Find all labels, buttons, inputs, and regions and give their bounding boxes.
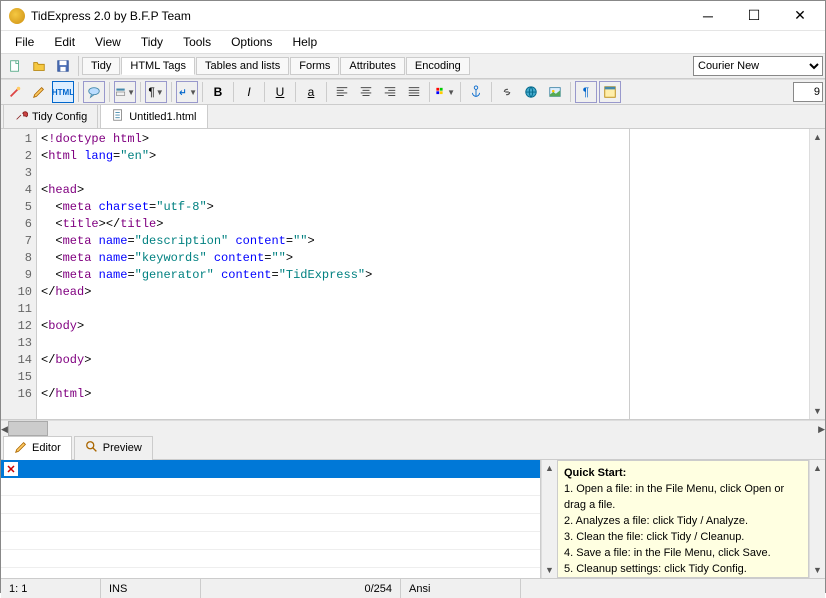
new-file-button[interactable] <box>4 55 26 77</box>
bold-button[interactable]: B <box>207 81 229 103</box>
italic-button[interactable]: I <box>238 81 260 103</box>
file-tabs: Tidy Config Untitled1.html <box>1 105 825 129</box>
pilcrow-button[interactable]: ¶ <box>575 81 597 103</box>
tab-encoding[interactable]: Encoding <box>406 57 470 75</box>
code-editor[interactable]: <!doctype html><html lang="en"> <head> <… <box>37 129 629 419</box>
menu-view[interactable]: View <box>85 33 131 51</box>
close-panel-button[interactable]: ✕ <box>4 462 18 476</box>
wrench-icon <box>14 108 28 125</box>
scroll-down-icon[interactable]: ▼ <box>810 403 825 419</box>
editor-side-pane <box>629 129 809 419</box>
open-file-button[interactable] <box>28 55 50 77</box>
maximize-button[interactable]: ☐ <box>731 2 777 30</box>
toolbar-row-2: HTML ▼ ¶▼ ▼ B I U a ▼ ¶ <box>1 79 825 105</box>
window-button[interactable] <box>599 81 621 103</box>
messages-panel-header: ✕ <box>1 460 540 478</box>
quickstart-item: 2. Analyzes a file: click Tidy / Analyze… <box>564 513 802 529</box>
file-tab-label: Tidy Config <box>32 111 87 123</box>
line-gutter: 12345678910111213141516 <box>1 129 37 419</box>
align-right-button[interactable] <box>379 81 401 103</box>
quickstart-item: 5. Cleanup settings: click Tidy Config. <box>564 561 802 577</box>
menu-help[interactable]: Help <box>282 33 327 51</box>
status-insert-mode: INS <box>101 579 201 598</box>
color-picker-button[interactable]: ▼ <box>434 81 456 103</box>
close-button[interactable]: ✕ <box>777 2 823 30</box>
status-count: 0/254 <box>201 579 401 598</box>
scroll-thumb[interactable] <box>8 421 48 436</box>
image-button[interactable] <box>544 81 566 103</box>
messages-scrollbar[interactable]: ▲▼ <box>541 460 557 578</box>
view-tab-editor[interactable]: Editor <box>3 436 72 460</box>
messages-list[interactable] <box>1 478 540 578</box>
view-tabs: Editor Preview <box>1 436 825 460</box>
editor-area: 12345678910111213141516 <!doctype html><… <box>1 129 825 420</box>
globe-button[interactable] <box>520 81 542 103</box>
align-left-button[interactable] <box>331 81 353 103</box>
font-select[interactable]: Courier New <box>693 56 823 76</box>
scroll-up-icon[interactable]: ▲ <box>810 129 825 145</box>
status-encoding: Ansi <box>401 579 521 598</box>
tab-tidy[interactable]: Tidy <box>82 57 120 75</box>
tab-html-tags[interactable]: HTML Tags <box>121 57 195 75</box>
quickstart-title: Quick Start: <box>564 467 626 479</box>
align-center-button[interactable] <box>355 81 377 103</box>
font-size-input[interactable] <box>793 82 823 102</box>
horizontal-scrollbar[interactable]: ◀ ▶ <box>1 420 825 436</box>
bottom-panels: ✕ ▲▼ Quick Start: 1. Open a file: in the… <box>1 460 825 578</box>
break-button[interactable]: ▼ <box>176 81 198 103</box>
menu-tools[interactable]: Tools <box>173 33 221 51</box>
magnifier-icon <box>85 440 99 457</box>
toolbar-row-1: Tidy HTML Tags Tables and lists Forms At… <box>1 53 825 79</box>
save-file-button[interactable] <box>52 55 74 77</box>
comment-button[interactable] <box>83 81 105 103</box>
status-empty <box>521 579 825 598</box>
menu-options[interactable]: Options <box>221 33 282 51</box>
tab-tables-lists[interactable]: Tables and lists <box>196 57 289 75</box>
file-tab-untitled[interactable]: Untitled1.html <box>100 104 207 128</box>
file-tab-tidy-config[interactable]: Tidy Config <box>3 104 98 128</box>
underline-button[interactable]: U <box>269 81 291 103</box>
align-justify-button[interactable] <box>403 81 425 103</box>
pencil-icon <box>14 440 28 457</box>
tab-attributes[interactable]: Attributes <box>340 57 404 75</box>
wand-button[interactable] <box>4 81 26 103</box>
html-button[interactable]: HTML <box>52 81 74 103</box>
view-tab-label: Editor <box>32 442 61 454</box>
menu-file[interactable]: File <box>5 33 44 51</box>
messages-panel: ✕ <box>1 460 541 578</box>
status-position: 1: 1 <box>1 579 101 598</box>
strike-button[interactable]: a <box>300 81 322 103</box>
document-icon <box>111 108 125 125</box>
quickstart-item: 1. Open a file: in the File Menu, click … <box>564 481 802 513</box>
layout-button[interactable]: ▼ <box>114 81 136 103</box>
quickstart-item: 4. Save a file: in the File Menu, click … <box>564 545 802 561</box>
scroll-right-icon[interactable]: ▶ <box>818 421 825 437</box>
window-title: TidExpress 2.0 by B.F.P Team <box>31 9 685 23</box>
view-tab-preview[interactable]: Preview <box>74 436 153 460</box>
quickstart-scrollbar[interactable]: ▲▼ <box>809 460 825 578</box>
view-tab-label: Preview <box>103 442 142 454</box>
quickstart-panel: Quick Start: 1. Open a file: in the File… <box>557 460 809 578</box>
link-button[interactable] <box>496 81 518 103</box>
anchor-button[interactable] <box>465 81 487 103</box>
menubar: File Edit View Tidy Tools Options Help <box>1 31 825 53</box>
app-icon <box>9 8 25 24</box>
minimize-button[interactable]: ─ <box>685 2 731 30</box>
file-tab-label: Untitled1.html <box>129 111 196 123</box>
edit-button[interactable] <box>28 81 50 103</box>
quickstart-item: 3. Clean the file: click Tidy / Cleanup. <box>564 529 802 545</box>
vertical-scrollbar[interactable]: ▲ ▼ <box>809 129 825 419</box>
tab-forms[interactable]: Forms <box>290 57 339 75</box>
paragraph-button[interactable]: ¶▼ <box>145 81 167 103</box>
menu-edit[interactable]: Edit <box>44 33 85 51</box>
statusbar: 1: 1 INS 0/254 Ansi <box>1 578 825 598</box>
menu-tidy[interactable]: Tidy <box>131 33 173 51</box>
